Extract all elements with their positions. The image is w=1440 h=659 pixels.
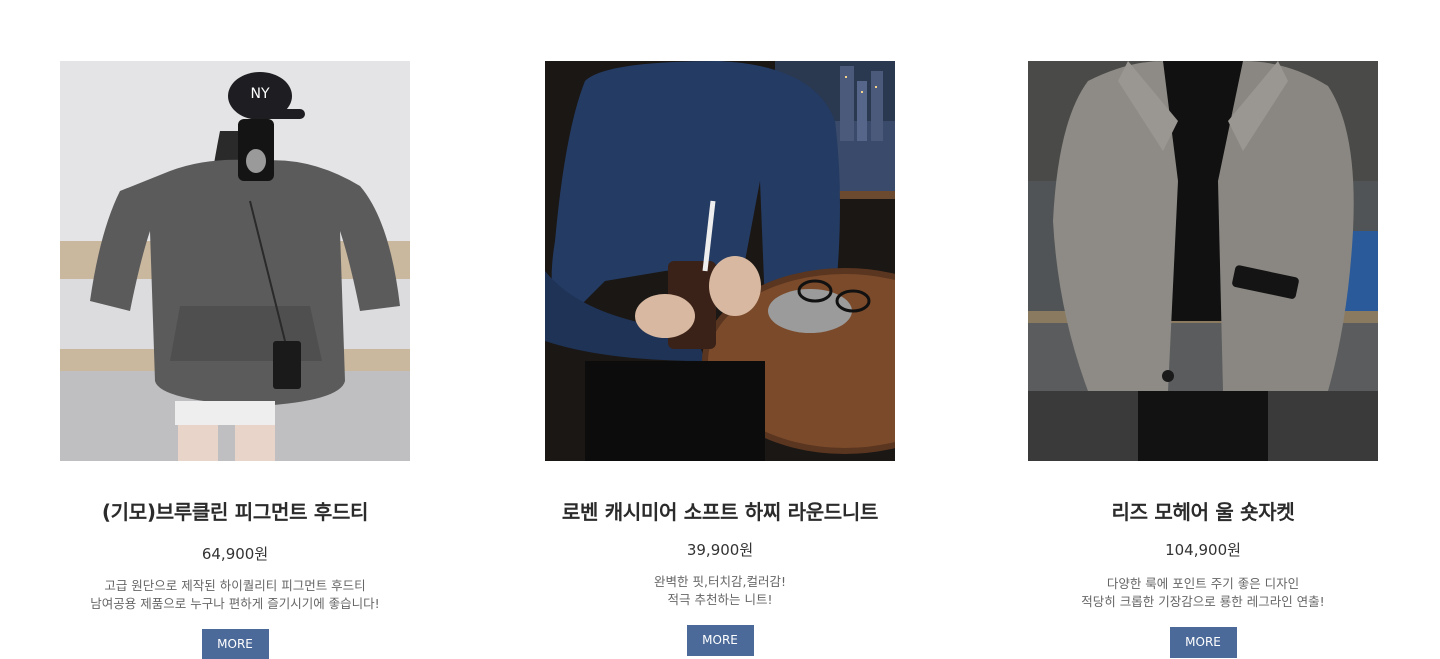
product-title[interactable]: (기모)브루클린 피그먼트 후드티 bbox=[60, 496, 410, 525]
product-price: 104,900원 bbox=[1165, 541, 1241, 559]
product-description: 다양한 룩에 포인트 주기 좋은 디자인 적당히 크롭한 기장감으로 룡한 레그… bbox=[1028, 575, 1378, 611]
more-button[interactable]: MORE bbox=[1169, 627, 1237, 658]
product-price: 64,900원 bbox=[201, 545, 269, 563]
product-card: 로벤 캐시미어 소프트 하찌 라운드니트 39,900원 완벽한 핏,터치감,컬… bbox=[545, 61, 895, 656]
product-image-knit[interactable] bbox=[545, 61, 895, 461]
product-grid: NY (기모)브루클린 피그먼트 후드티 64,900원 고급 원단으로 제작된… bbox=[0, 0, 1440, 659]
description-line: 적당히 크롭한 기장감으로 룡한 레그라인 연출! bbox=[1081, 594, 1325, 609]
more-button[interactable]: MORE bbox=[201, 629, 269, 659]
description-line: 고급 원단으로 제작된 하이퀄리티 피그먼트 후드티 bbox=[104, 578, 366, 593]
product-price: 39,900원 bbox=[686, 541, 754, 559]
product-title[interactable]: 리즈 모헤어 울 숏자켓 bbox=[1028, 496, 1378, 525]
product-card: NY (기모)브루클린 피그먼트 후드티 64,900원 고급 원단으로 제작된… bbox=[60, 61, 410, 659]
more-button[interactable]: MORE bbox=[686, 625, 754, 656]
product-card: 리즈 모헤어 울 숏자켓 104,900원 다양한 룩에 포인트 주기 좋은 디… bbox=[1028, 61, 1378, 658]
description-line: 완벽한 핏,터치감,컬러감! bbox=[654, 574, 786, 589]
product-description: 고급 원단으로 제작된 하이퀄리티 피그먼트 후드티 남여공용 제품으로 누구나… bbox=[60, 577, 410, 613]
description-line: 다양한 룩에 포인트 주기 좋은 디자인 bbox=[1106, 576, 1300, 591]
product-image-jacket[interactable] bbox=[1028, 61, 1378, 461]
product-image-hoodie[interactable]: NY bbox=[60, 61, 410, 461]
product-description: 완벽한 핏,터치감,컬러감! 적극 추천하는 니트! bbox=[545, 573, 895, 609]
description-line: 적극 추천하는 니트! bbox=[667, 592, 773, 607]
description-line: 남여공용 제품으로 누구나 편하게 즐기시기에 좋습니다! bbox=[90, 596, 380, 611]
svg-text:NY: NY bbox=[250, 86, 269, 102]
product-title[interactable]: 로벤 캐시미어 소프트 하찌 라운드니트 bbox=[545, 496, 895, 525]
